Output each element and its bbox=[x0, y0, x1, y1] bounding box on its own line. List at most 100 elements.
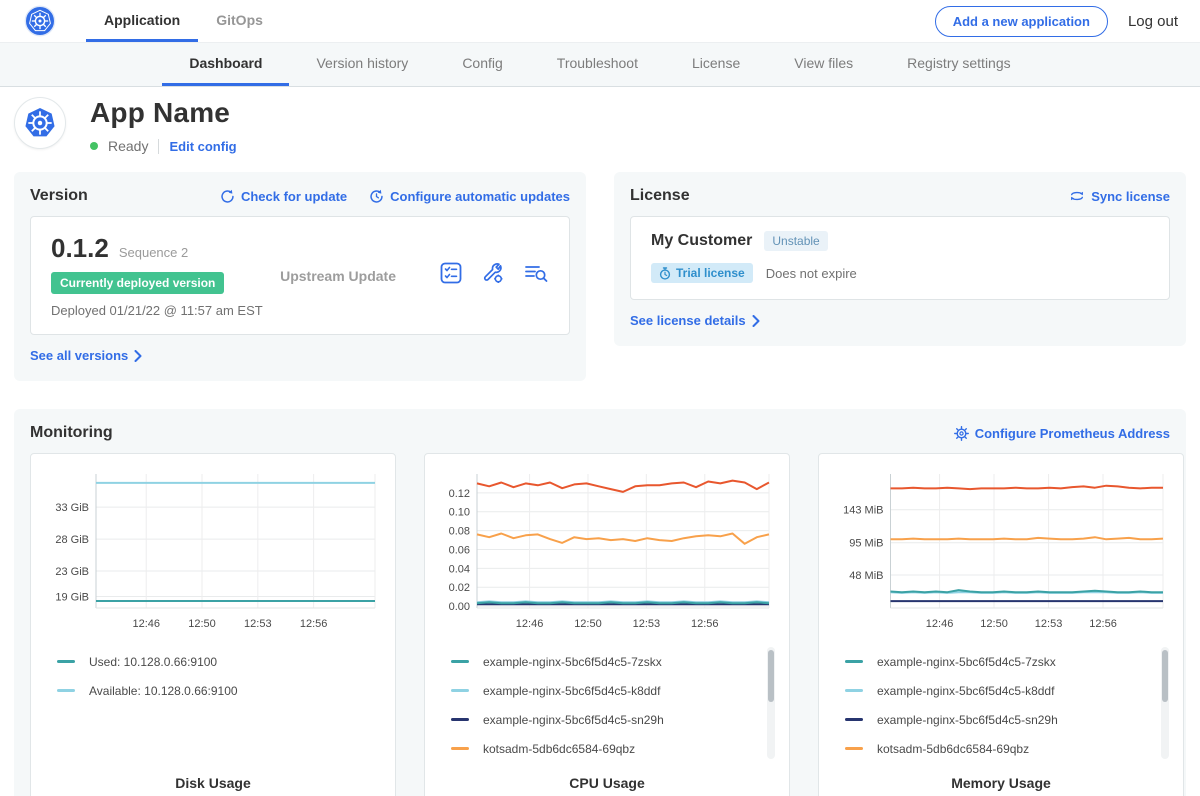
view-logs-icon[interactable] bbox=[523, 261, 549, 290]
chart-title: CPU Usage bbox=[437, 775, 777, 791]
legend-label: example-nginx-5bc6f5d4c5-sn29h bbox=[877, 713, 1058, 727]
top-navbar: Application GitOps Add a new application… bbox=[0, 0, 1200, 42]
app-status-text: Ready bbox=[108, 138, 148, 154]
chevron-right-icon bbox=[752, 315, 760, 327]
legend-scrollbar[interactable] bbox=[1161, 647, 1169, 759]
series-line bbox=[477, 534, 769, 544]
legend-label: Available: 10.128.0.66:9100 bbox=[89, 684, 238, 698]
page-title: App Name bbox=[90, 97, 237, 129]
legend-item: example-nginx-5bc6f5d4c5-sn29h bbox=[451, 705, 777, 734]
configure-prometheus-link[interactable]: Configure Prometheus Address bbox=[954, 426, 1170, 441]
see-license-details-link[interactable]: See license details bbox=[630, 313, 760, 328]
topnav-tab-application[interactable]: Application bbox=[86, 0, 198, 42]
tab-registry-settings[interactable]: Registry settings bbox=[880, 43, 1037, 86]
monitoring-panel: Monitoring Configure Prometheus Address bbox=[14, 409, 1186, 796]
legend-swatch bbox=[451, 747, 469, 750]
kubernetes-app-icon bbox=[20, 103, 60, 143]
svg-text:19 GiB: 19 GiB bbox=[55, 592, 89, 604]
svg-text:0.12: 0.12 bbox=[449, 488, 470, 500]
series-line bbox=[477, 481, 769, 492]
svg-text:0.02: 0.02 bbox=[449, 582, 470, 594]
legend-swatch bbox=[845, 689, 863, 692]
chart-title: Disk Usage bbox=[43, 775, 383, 791]
stopwatch-icon bbox=[659, 267, 671, 280]
add-new-application-button[interactable]: Add a new application bbox=[935, 6, 1108, 37]
svg-text:12:56: 12:56 bbox=[691, 618, 719, 630]
legend-label: Used: 10.128.0.66:9100 bbox=[89, 655, 217, 669]
app-subnav: Dashboard Version history Config Trouble… bbox=[0, 42, 1200, 87]
svg-text:12:53: 12:53 bbox=[1035, 618, 1063, 630]
legend-swatch bbox=[57, 689, 75, 692]
legend-item: example-nginx-5bc6f5d4c5-sn29h bbox=[845, 705, 1171, 734]
svg-text:12:56: 12:56 bbox=[1089, 618, 1117, 630]
chart-svg: 48 MiB95 MiB143 MiB12:4612:5012:5312:56 bbox=[831, 466, 1171, 634]
legend-scrollbar[interactable] bbox=[767, 647, 775, 759]
legend-item: Available: 10.128.0.66:9100 bbox=[57, 676, 383, 705]
app-icon bbox=[14, 97, 66, 149]
svg-text:0.00: 0.00 bbox=[449, 601, 470, 613]
svg-text:12:56: 12:56 bbox=[300, 618, 328, 630]
legend-swatch bbox=[451, 718, 469, 721]
legend-label: example-nginx-5bc6f5d4c5-k8ddf bbox=[483, 684, 660, 698]
memory-usage-chart-card: 48 MiB95 MiB143 MiB12:4612:5012:5312:56 … bbox=[818, 453, 1184, 796]
svg-text:0.10: 0.10 bbox=[449, 507, 470, 519]
config-wrench-icon[interactable] bbox=[481, 261, 505, 290]
channel-badge: Unstable bbox=[764, 231, 827, 251]
sync-license-link[interactable]: Sync license bbox=[1069, 189, 1170, 204]
see-all-versions-link[interactable]: See all versions bbox=[30, 348, 142, 363]
preflight-checks-icon[interactable] bbox=[439, 261, 463, 290]
svg-text:23 GiB: 23 GiB bbox=[55, 566, 89, 578]
legend-item: example-nginx-5bc6f5d4c5-k8ddf bbox=[845, 676, 1171, 705]
svg-text:12:50: 12:50 bbox=[574, 618, 602, 630]
legend-label: example-nginx-5bc6f5d4c5-7zskx bbox=[877, 655, 1056, 669]
legend-item: Used: 10.128.0.66:9100 bbox=[57, 647, 383, 676]
svg-text:12:50: 12:50 bbox=[188, 618, 216, 630]
topnav-tab-gitops[interactable]: GitOps bbox=[198, 0, 281, 42]
configure-automatic-updates-link[interactable]: Configure automatic updates bbox=[369, 189, 570, 204]
cpu-usage-legend: example-nginx-5bc6f5d4c5-7zskxexample-ng… bbox=[437, 647, 777, 765]
version-number: 0.1.2 bbox=[51, 233, 109, 264]
version-panel-title: Version bbox=[30, 187, 88, 205]
series-line bbox=[891, 537, 1164, 539]
customer-name: My Customer bbox=[651, 232, 752, 250]
auto-update-clock-icon bbox=[369, 189, 384, 204]
deployed-timestamp: Deployed 01/21/22 @ 11:57 am EST bbox=[51, 303, 280, 318]
kubernetes-logo-icon[interactable] bbox=[24, 0, 56, 42]
license-card: My Customer Unstable Trial license Does … bbox=[630, 216, 1170, 300]
tab-license[interactable]: License bbox=[665, 43, 767, 86]
tab-version-history[interactable]: Version history bbox=[289, 43, 435, 86]
disk-usage-chart-card: 19 GiB23 GiB28 GiB33 GiB12:4612:5012:531… bbox=[30, 453, 396, 796]
chart-svg: 0.000.020.040.060.080.100.1212:4612:5012… bbox=[437, 466, 777, 634]
version-sequence: Sequence 2 bbox=[119, 245, 188, 260]
svg-text:48 MiB: 48 MiB bbox=[849, 570, 883, 582]
chart-svg: 19 GiB23 GiB28 GiB33 GiB12:4612:5012:531… bbox=[43, 466, 383, 634]
legend-item: kotsadm-5db6dc6584-69qbz bbox=[451, 734, 777, 763]
check-for-update-link[interactable]: Check for update bbox=[220, 189, 347, 204]
tab-view-files[interactable]: View files bbox=[767, 43, 880, 86]
svg-text:28 GiB: 28 GiB bbox=[55, 534, 89, 546]
legend-scrollbar-thumb[interactable] bbox=[768, 650, 774, 702]
memory-usage-plot: 48 MiB95 MiB143 MiB12:4612:5012:5312:56 bbox=[831, 466, 1171, 639]
edit-config-link[interactable]: Edit config bbox=[169, 139, 236, 154]
svg-text:33 GiB: 33 GiB bbox=[55, 502, 89, 514]
version-panel: Version Check for update bbox=[14, 172, 586, 381]
cpu-usage-chart-card: 0.000.020.040.060.080.100.1212:4612:5012… bbox=[424, 453, 790, 796]
app-header: App Name Ready Edit config bbox=[0, 87, 1200, 172]
legend-item: kotsadm-5db6dc6584-69qbz bbox=[845, 734, 1171, 763]
tab-troubleshoot[interactable]: Troubleshoot bbox=[530, 43, 665, 86]
monitoring-title: Monitoring bbox=[30, 424, 113, 442]
logout-link[interactable]: Log out bbox=[1128, 13, 1178, 30]
legend-swatch bbox=[57, 660, 75, 663]
legend-item: example-nginx-5bc6f5d4c5-k8ddf bbox=[451, 676, 777, 705]
tab-config[interactable]: Config bbox=[435, 43, 529, 86]
svg-text:12:46: 12:46 bbox=[516, 618, 544, 630]
legend-swatch bbox=[845, 747, 863, 750]
svg-text:143 MiB: 143 MiB bbox=[843, 505, 883, 517]
legend-scrollbar-thumb[interactable] bbox=[1162, 650, 1168, 702]
memory-usage-legend: example-nginx-5bc6f5d4c5-7zskx example-ng… bbox=[831, 647, 1171, 765]
svg-text:0.06: 0.06 bbox=[449, 544, 470, 556]
legend-label: example-nginx-5bc6f5d4c5-sn29h bbox=[483, 713, 664, 727]
legend-item: example-nginx-5bc6f5d4c5-7zskx bbox=[845, 647, 1171, 676]
tab-dashboard[interactable]: Dashboard bbox=[162, 43, 289, 86]
gear-icon bbox=[954, 426, 969, 441]
